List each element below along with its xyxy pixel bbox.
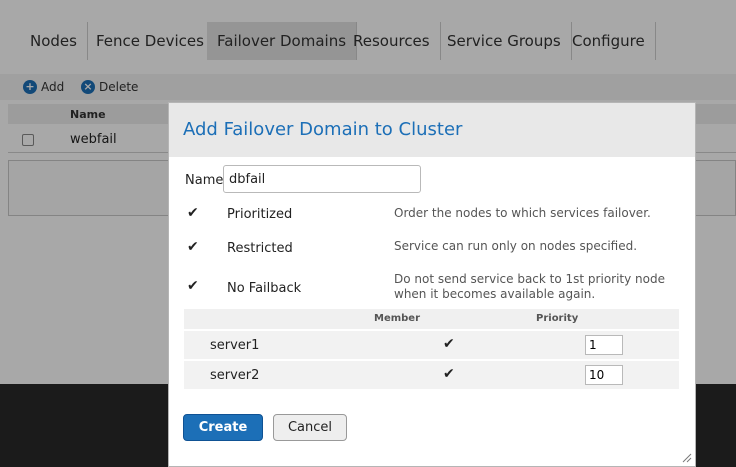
member-checkbox[interactable]: ✔ <box>443 336 455 352</box>
column-header-member: Member <box>374 313 421 324</box>
table-row: server2 ✔ <box>184 361 679 389</box>
resize-handle-icon[interactable] <box>682 453 692 463</box>
no-failback-description-line1: Do not send service back to 1st priority… <box>394 272 665 286</box>
prioritized-description: Order the nodes to which services failov… <box>394 206 651 220</box>
no-failback-description-line2: when it becomes available again. <box>394 287 596 301</box>
dialog-header: Add Failover Domain to Cluster <box>169 103 695 157</box>
restricted-description: Service can run only on nodes specified. <box>394 239 638 253</box>
no-failback-checkbox[interactable]: ✔ <box>187 278 199 294</box>
prioritized-checkbox[interactable]: ✔ <box>187 205 199 221</box>
server-name: server2 <box>210 368 260 383</box>
table-row: server1 ✔ <box>184 331 679 359</box>
priority-input[interactable] <box>585 365 623 385</box>
column-header-priority: Priority <box>536 313 579 324</box>
member-checkbox[interactable]: ✔ <box>443 366 455 382</box>
add-failover-domain-dialog: Add Failover Domain to Cluster Name ✔ Pr… <box>168 102 696 467</box>
server-name: server1 <box>210 338 260 353</box>
members-table-header: Member Priority <box>184 309 679 329</box>
restricted-checkbox[interactable]: ✔ <box>187 239 199 255</box>
prioritized-label: Prioritized <box>227 207 293 222</box>
restricted-label: Restricted <box>227 241 293 256</box>
no-failback-label: No Failback <box>227 281 302 296</box>
priority-input[interactable] <box>585 335 623 355</box>
dialog-title: Add Failover Domain to Cluster <box>183 119 463 140</box>
create-button[interactable]: Create <box>183 414 263 441</box>
name-label: Name <box>185 173 224 188</box>
cancel-button[interactable]: Cancel <box>273 414 347 441</box>
name-input[interactable] <box>223 165 421 193</box>
